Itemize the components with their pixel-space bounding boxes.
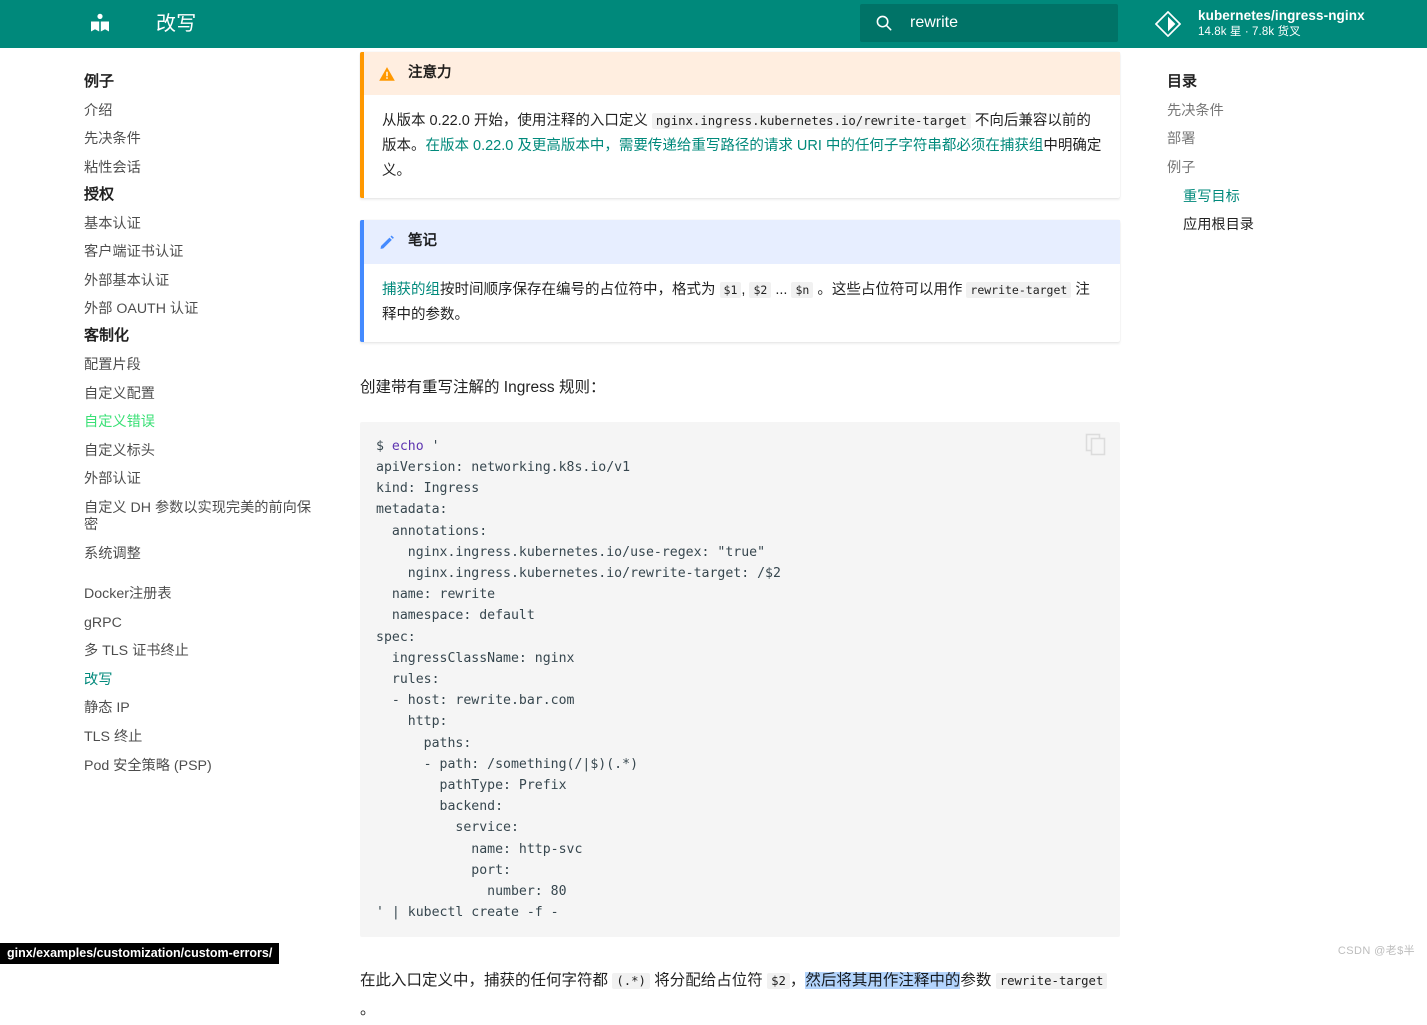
warning-line1-code: nginx.ingress.kubernetes.io/rewrite-targ…: [652, 113, 971, 129]
search-input[interactable]: [910, 11, 1100, 35]
book-logo-icon[interactable]: [88, 12, 112, 36]
code-content: $ echo ' apiVersion: networking.k8s.io/v…: [376, 436, 1102, 924]
toc-item-prerequisites[interactable]: 先决条件: [1167, 97, 1407, 126]
warning-line1-a: 从版本 0.22.0 开始，使用注释的入口定义: [382, 113, 652, 129]
bottom-text-d: 参数: [960, 972, 995, 989]
note-code-1: $1: [720, 282, 742, 298]
code-block: $ echo ' apiVersion: networking.k8s.io/v…: [360, 422, 1120, 938]
alert-triangle-icon: [378, 65, 396, 83]
page-body: 例子 介绍 先决条件 粘性会话 授权 基本认证 客户端证书认证 外部基本认证 外…: [0, 48, 1427, 964]
sidebar-item-custom-headers[interactable]: 自定义标头: [84, 437, 322, 466]
pencil-icon: [378, 233, 396, 251]
admonition-warning-body: 从版本 0.22.0 开始，使用注释的入口定义 nginx.ingress.ku…: [364, 95, 1120, 198]
sidebar-section-title: 客制化: [84, 324, 340, 345]
sidebar-item-external-basic-auth[interactable]: 外部基本认证: [84, 267, 322, 296]
admonition-warning-label: 注意力: [408, 62, 452, 85]
bottom-text-e: 。: [360, 1001, 376, 1018]
code-after-command: ': [424, 439, 440, 454]
sidebar-item-tls-termination[interactable]: TLS 终止: [84, 723, 322, 752]
sidebar-section-auth: 授权 基本认证 客户端证书认证 外部基本认证 外部 OAUTH 认证: [84, 183, 340, 324]
sidebar-item-custom-dh-param[interactable]: 自定义 DH 参数以实现完美的前向保密: [84, 494, 322, 540]
toc-title: 目录: [1167, 70, 1407, 91]
sidebar-item-grpc[interactable]: gRPC: [84, 609, 322, 638]
note-text-a: 按时间顺序保存在编号的占位符中，格式为: [440, 282, 720, 298]
intro-paragraph: 创建带有重写注解的 Ingress 规则：: [360, 375, 1120, 400]
sidebar-section-misc: Docker注册表 gRPC 多 TLS 证书终止 改写 静态 IP TLS 终…: [84, 580, 340, 780]
note-link[interactable]: 捕获的组: [382, 282, 440, 298]
sidebar-item-sysctl-tuning[interactable]: 系统调整: [84, 540, 322, 569]
table-of-contents: 目录 先决条件 部署 例子 重写目标 应用根目录: [1150, 48, 1427, 964]
code-body: apiVersion: networking.k8s.io/v1 kind: I…: [376, 460, 781, 920]
sidebar-item-rewrite[interactable]: 改写: [84, 666, 322, 695]
sidebar-divider: [84, 568, 340, 580]
note-text-b: 。这些占位符可以用作: [813, 282, 966, 298]
bottom-text-c: ，: [790, 972, 806, 989]
bottom-code-3: rewrite-target: [996, 973, 1108, 989]
bottom-text-a: 在此入口定义中，捕获的任何字符都: [360, 972, 612, 989]
sidebar-item-external-oauth-auth[interactable]: 外部 OAUTH 认证: [84, 296, 322, 325]
note-code-3: $n: [791, 282, 813, 298]
sidebar-item-docker-registry[interactable]: Docker注册表: [84, 580, 322, 609]
sidebar-section-title: 授权: [84, 183, 340, 204]
search-icon: [874, 13, 894, 33]
sidebar-item-multi-tls[interactable]: 多 TLS 证书终止: [84, 638, 322, 667]
sidebar-item-custom-config[interactable]: 自定义配置: [84, 380, 322, 409]
repo-text: kubernetes/ingress-nginx 14.8k 星 · 7.8k …: [1198, 8, 1365, 40]
sidebar-item-external-auth[interactable]: 外部认证: [84, 466, 322, 495]
sidebar-item-intro[interactable]: 介绍: [84, 97, 322, 126]
sidebar-item-static-ip[interactable]: 静态 IP: [84, 695, 322, 724]
repo-name: kubernetes/ingress-nginx: [1198, 8, 1365, 24]
site-header: 改写 kubernetes/ingress-nginx 14.8k 星 · 7.…: [0, 0, 1427, 48]
main-content: 注意力 从版本 0.22.0 开始，使用注释的入口定义 nginx.ingres…: [360, 48, 1150, 964]
bottom-text-b: 将分配给占位符: [650, 972, 767, 989]
admonition-note-title: 笔记: [364, 220, 1120, 263]
primary-sidebar: 例子 介绍 先决条件 粘性会话 授权 基本认证 客户端证书认证 外部基本认证 外…: [0, 48, 360, 964]
sidebar-item-custom-errors[interactable]: 自定义错误: [84, 408, 322, 437]
repository-link[interactable]: kubernetes/ingress-nginx 14.8k 星 · 7.8k …: [1155, 0, 1365, 48]
sidebar-item-client-cert-auth[interactable]: 客户端证书认证: [84, 238, 322, 267]
sidebar-section-examples: 例子 介绍 先决条件 粘性会话: [84, 70, 340, 183]
toc-item-deployment[interactable]: 部署: [1167, 126, 1407, 155]
sidebar-section-customization: 客制化 配置片段 自定义配置 自定义错误 自定义标头 外部认证 自定义 DH 参…: [84, 324, 340, 568]
sidebar-item-config-snippets[interactable]: 配置片段: [84, 351, 322, 380]
copy-icon[interactable]: [1084, 432, 1108, 456]
note-code-4: rewrite-target: [966, 282, 1071, 298]
sidebar-item-sticky-sessions[interactable]: 粘性会话: [84, 154, 322, 183]
watermark: CSDN @老$半: [1338, 942, 1415, 958]
sidebar-item-prerequisites[interactable]: 先决条件: [84, 126, 322, 155]
code-prompt: $: [376, 439, 392, 454]
admonition-warning: 注意力 从版本 0.22.0 开始，使用注释的入口定义 nginx.ingres…: [360, 52, 1120, 198]
toc-item-app-root[interactable]: 应用根目录: [1167, 211, 1407, 240]
sidebar-item-psp[interactable]: Pod 安全策略 (PSP): [84, 752, 322, 781]
bottom-code-2: $2: [767, 973, 790, 989]
status-bar-url: ginx/examples/customization/custom-error…: [0, 943, 279, 964]
toc-item-examples[interactable]: 例子: [1167, 154, 1407, 183]
sidebar-item-basic-auth[interactable]: 基本认证: [84, 210, 322, 239]
bottom-paragraph: 在此入口定义中，捕获的任何字符都 (.*) 将分配给占位符 $2，然后将其用作注…: [360, 967, 1120, 1024]
page-title: 改写: [156, 12, 196, 36]
code-command: echo: [392, 439, 424, 454]
repo-stats: 14.8k 星 · 7.8k 货叉: [1198, 25, 1365, 40]
sidebar-section-title: 例子: [84, 70, 340, 91]
search-box[interactable]: [860, 4, 1118, 42]
note-sep-2: ...: [771, 282, 791, 298]
warning-line2-link[interactable]: 在版本 0.22.0 及更高版本中，需要传递给重写路径的请求 URI 中的任何子…: [426, 138, 1044, 154]
note-code-2: $2: [749, 282, 771, 298]
admonition-note-body: 捕获的组按时间顺序保存在编号的占位符中，格式为 $1, $2 ... $n 。这…: [364, 264, 1120, 342]
admonition-warning-title: 注意力: [364, 52, 1120, 95]
admonition-note-label: 笔记: [408, 230, 437, 253]
admonition-note: 笔记 捕获的组按时间顺序保存在编号的占位符中，格式为 $1, $2 ... $n…: [360, 220, 1120, 341]
git-logo-icon: [1155, 11, 1181, 37]
bottom-code-1: (.*): [612, 973, 650, 989]
text-selection-highlight: 然后将其用作注释中的: [805, 972, 960, 989]
toc-item-rewrite-target[interactable]: 重写目标: [1167, 183, 1407, 212]
